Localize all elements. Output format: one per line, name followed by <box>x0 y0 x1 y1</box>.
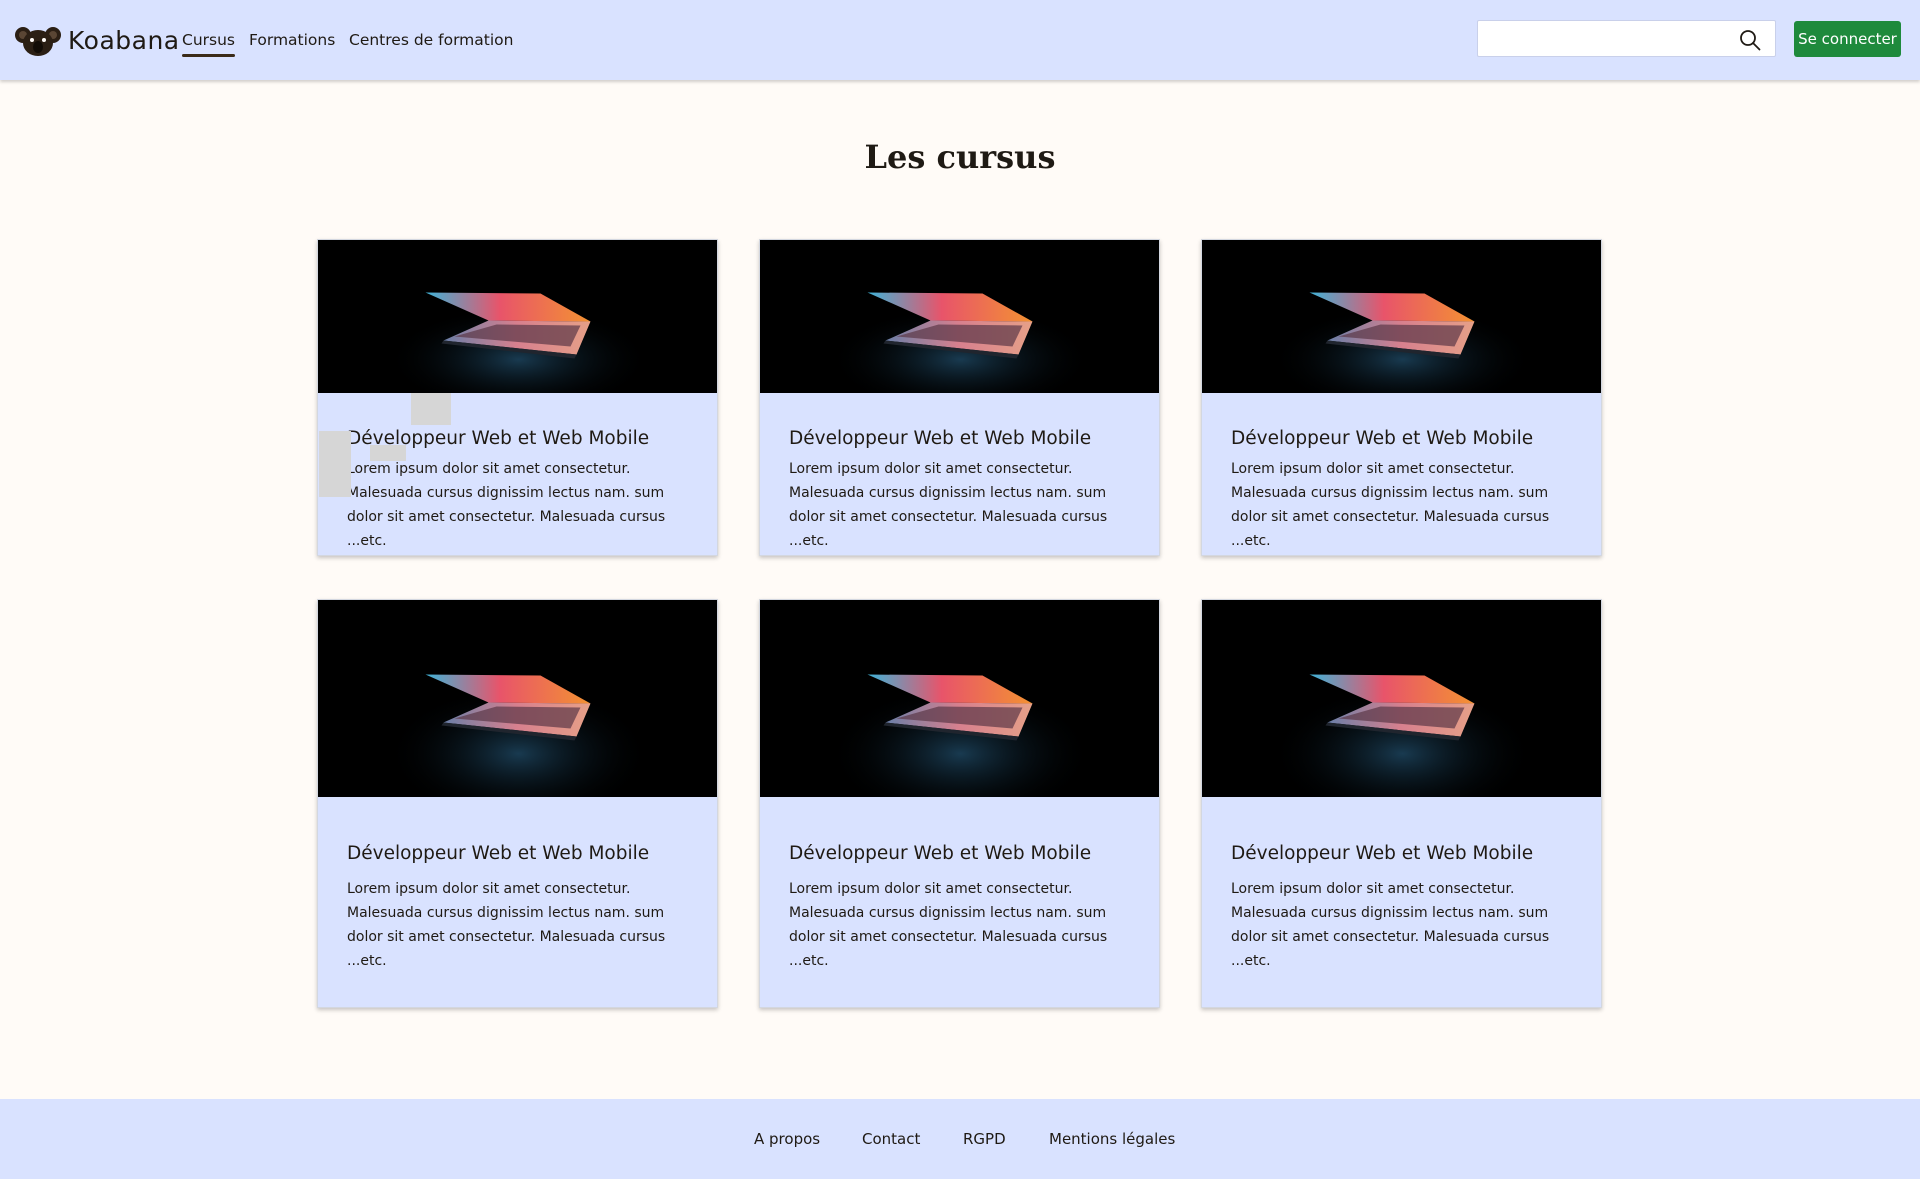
card-image <box>318 240 717 393</box>
footer-link-rgpd[interactable]: RGPD <box>963 1130 1006 1148</box>
card-title: Développeur Web et Web Mobile <box>789 428 1092 449</box>
page-title: Les cursus <box>864 138 1056 176</box>
broken-image-fragment <box>319 431 351 497</box>
login-button[interactable]: Se connecter <box>1794 21 1901 57</box>
broken-image-fragment <box>370 445 406 461</box>
site-header: Koabana Cursus Formations Centres de for… <box>0 0 1920 80</box>
footer-link-contact[interactable]: Contact <box>862 1130 920 1148</box>
card-title: Développeur Web et Web Mobile <box>347 843 650 864</box>
card-description: Lorem ipsum dolor sit amet consectetur. … <box>1231 881 1550 969</box>
course-card[interactable]: Développeur Web et Web Mobile Lorem ipsu… <box>759 239 1160 556</box>
card-description: Lorem ipsum dolor sit amet consectetur. … <box>347 881 666 969</box>
site-footer: A propos Contact RGPD Mentions légales <box>0 1099 1920 1179</box>
search-icon[interactable] <box>1739 29 1761 55</box>
card-image <box>1202 600 1601 797</box>
card-description: Lorem ipsum dolor sit amet consectetur. … <box>789 461 1108 549</box>
nav-item-formations[interactable]: Formations <box>249 31 335 49</box>
course-card[interactable]: Développeur Web et Web Mobile Lorem ipsu… <box>1201 239 1602 556</box>
course-card[interactable]: Développeur Web et Web Mobile Lorem ipsu… <box>317 599 718 1008</box>
card-image <box>760 600 1159 797</box>
card-description: Lorem ipsum dolor sit amet consectetur. … <box>1231 461 1550 549</box>
course-card[interactable]: Développeur Web et Web Mobile Lorem ipsu… <box>317 239 718 556</box>
course-card[interactable]: Développeur Web et Web Mobile Lorem ipsu… <box>1201 599 1602 1008</box>
card-image <box>760 240 1159 393</box>
search-box[interactable] <box>1477 20 1776 57</box>
card-image <box>318 600 717 797</box>
nav-item-centres-de-formation[interactable]: Centres de formation <box>349 31 513 49</box>
card-description: Lorem ipsum dolor sit amet consectetur. … <box>347 461 666 549</box>
nav-item-cursus[interactable]: Cursus <box>182 31 235 57</box>
footer-link-a-propos[interactable]: A propos <box>754 1130 820 1148</box>
card-title: Développeur Web et Web Mobile <box>1231 428 1534 449</box>
card-title: Développeur Web et Web Mobile <box>1231 843 1534 864</box>
card-title: Développeur Web et Web Mobile <box>789 843 1092 864</box>
course-card[interactable]: Développeur Web et Web Mobile Lorem ipsu… <box>759 599 1160 1008</box>
card-image <box>1202 240 1601 393</box>
broken-image-fragment <box>411 393 451 425</box>
brand-name[interactable]: Koabana <box>68 26 180 55</box>
card-description: Lorem ipsum dolor sit amet consectetur. … <box>789 881 1108 969</box>
koala-logo-icon[interactable] <box>15 25 61 57</box>
footer-link-mentions-legales[interactable]: Mentions légales <box>1049 1130 1175 1148</box>
